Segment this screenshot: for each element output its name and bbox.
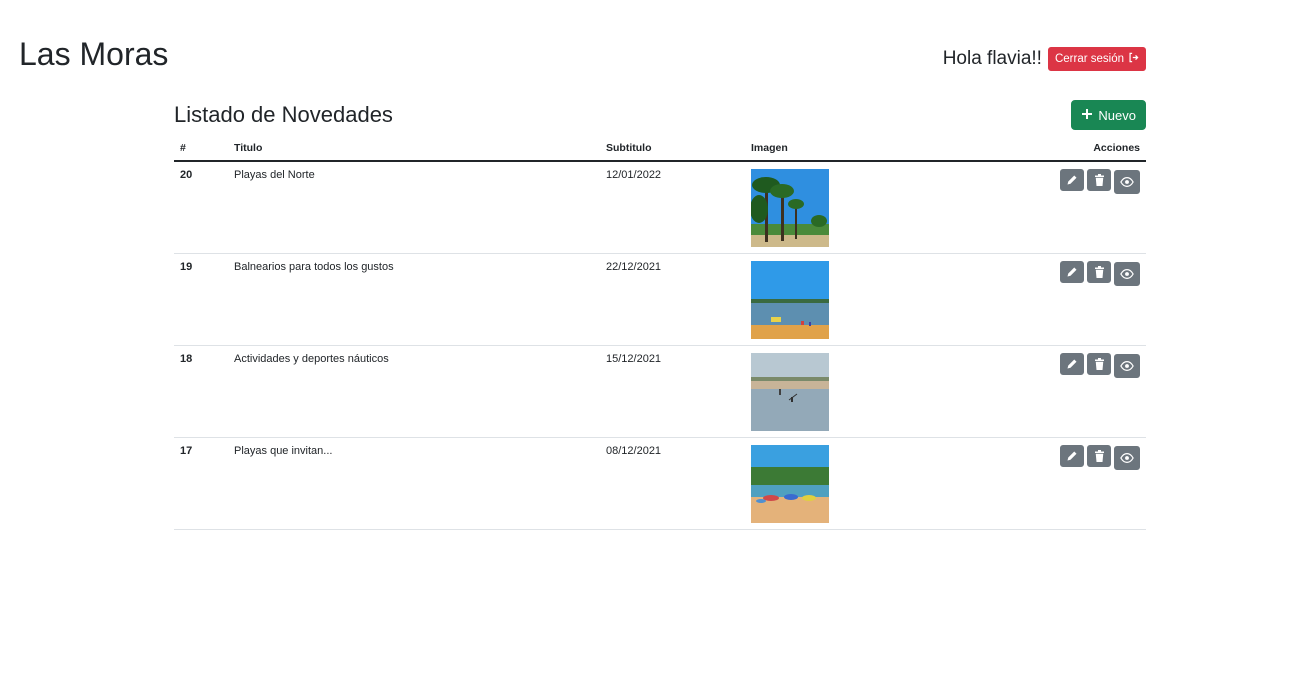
row-title: Actividades y deportes náuticos — [228, 345, 600, 438]
page-title: Listado de Novedades — [174, 102, 393, 127]
user-greeting-area: Hola flavia!! Cerrar sesión — [943, 47, 1146, 71]
row-title: Balnearios para todos los gustos — [228, 253, 600, 346]
news-table: # Titulo Subtitulo Imagen Acciones 20 Pl… — [174, 134, 1146, 530]
row-id: 17 — [174, 437, 228, 530]
row-title: Playas del Norte — [228, 161, 600, 254]
header-image: Imagen — [745, 134, 851, 162]
row-image-cell — [745, 345, 851, 438]
trash-icon — [1094, 358, 1105, 370]
table-header-row: # Titulo Subtitulo Imagen Acciones — [174, 134, 1146, 162]
trash-icon — [1094, 266, 1105, 278]
row-id: 20 — [174, 161, 228, 254]
view-button[interactable] — [1114, 262, 1140, 286]
water-sports-thumbnail — [751, 353, 829, 431]
table-row: 17 Playas que invitan... 08/12/2021 — [174, 437, 1146, 530]
logout-icon — [1128, 52, 1139, 66]
edit-button[interactable] — [1060, 261, 1084, 283]
delete-button[interactable] — [1087, 353, 1111, 375]
eye-icon — [1120, 269, 1134, 279]
logout-button[interactable]: Cerrar sesión — [1047, 47, 1146, 71]
delete-button[interactable] — [1087, 169, 1111, 191]
row-image-cell — [745, 253, 851, 346]
new-button-label: Nuevo — [1098, 107, 1136, 123]
header-num: # — [174, 134, 228, 162]
logout-label: Cerrar sesión — [1054, 53, 1124, 65]
view-button[interactable] — [1114, 170, 1140, 194]
header-title: Titulo — [228, 134, 600, 162]
row-image-cell — [745, 161, 851, 254]
delete-button[interactable] — [1087, 261, 1111, 283]
row-id: 19 — [174, 253, 228, 346]
row-subtitle: 15/12/2021 — [600, 345, 745, 438]
eye-icon — [1120, 453, 1134, 463]
row-subtitle: 22/12/2021 — [600, 253, 745, 346]
table-row: 20 Playas del Norte 12/01/2022 — [174, 161, 1146, 254]
row-title: Playas que invitan... — [228, 437, 600, 530]
pencil-icon — [1066, 266, 1078, 278]
edit-button[interactable] — [1060, 353, 1084, 375]
crowded-beach-thumbnail — [751, 445, 829, 523]
eye-icon — [1120, 177, 1134, 187]
row-actions — [851, 437, 1146, 530]
plus-icon — [1081, 108, 1093, 123]
trash-icon — [1094, 174, 1105, 186]
brand-title: Las Moras — [19, 36, 169, 72]
row-actions — [851, 253, 1146, 346]
greeting-text: Hola flavia!! — [942, 48, 1042, 69]
edit-button[interactable] — [1060, 169, 1084, 191]
header-actions: Acciones — [851, 134, 1146, 162]
header-subtitle: Subtitulo — [600, 134, 745, 162]
river-beach-thumbnail — [751, 261, 829, 339]
pencil-icon — [1066, 174, 1078, 186]
edit-button[interactable] — [1060, 445, 1084, 467]
title-row: Listado de Novedades Nuevo — [174, 100, 1146, 130]
row-image-cell — [745, 437, 851, 530]
row-subtitle: 08/12/2021 — [600, 437, 745, 530]
eye-icon — [1120, 361, 1134, 371]
view-button[interactable] — [1114, 354, 1140, 378]
row-subtitle: 12/01/2022 — [600, 161, 745, 254]
new-button[interactable]: Nuevo — [1071, 100, 1146, 130]
pencil-icon — [1066, 450, 1078, 462]
view-button[interactable] — [1114, 446, 1140, 470]
table-row: 19 Balnearios para todos los gustos 22/1… — [174, 253, 1146, 346]
trash-icon — [1094, 450, 1105, 462]
palm-beach-thumbnail — [751, 169, 829, 247]
table-row: 18 Actividades y deportes náuticos 15/12… — [174, 345, 1146, 438]
main-content: Listado de Novedades Nuevo # Titulo Subt… — [174, 100, 1146, 530]
delete-button[interactable] — [1087, 445, 1111, 467]
row-actions — [851, 345, 1146, 438]
row-id: 18 — [174, 345, 228, 438]
row-actions — [851, 161, 1146, 254]
pencil-icon — [1066, 358, 1078, 370]
